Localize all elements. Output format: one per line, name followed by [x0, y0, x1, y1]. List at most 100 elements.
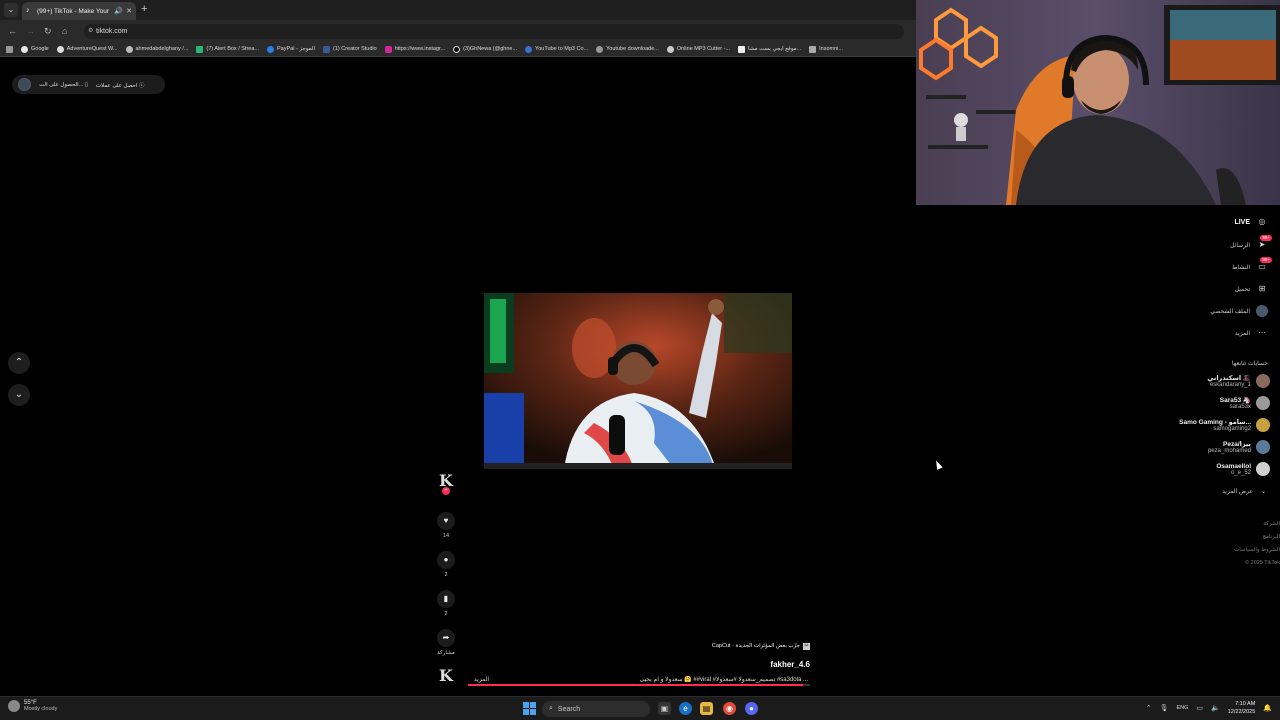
weather-cloud-icon	[8, 700, 20, 712]
notification-bell-icon[interactable]: 🔔	[1263, 704, 1272, 712]
top-controls: الحصول على الت... ▯ احصل على عملات ⓒ	[12, 75, 165, 94]
like-button[interactable]: ♥ 14	[435, 512, 457, 539]
more-link[interactable]: المزيد	[474, 676, 489, 683]
see-more-button[interactable]: عرض المزيد ⌄	[1222, 488, 1266, 495]
capcut-tag[interactable]: CapCut · جرّب بعض المؤثرات الجديدة ✂	[712, 642, 810, 650]
site-info-icon[interactable]: ⚙	[88, 24, 93, 39]
sidebar-item-profile[interactable]: الملف الشخصي	[1210, 305, 1268, 317]
following-account[interactable]: Samo Gaming - سامو... samogaming2	[1179, 418, 1270, 432]
bookmark-item[interactable]: (1) Creator Studio	[322, 45, 377, 53]
bookmark-item[interactable]: PayPal - الموجز	[266, 45, 315, 53]
sound-disc-icon: K	[439, 666, 453, 685]
browser-tab-tiktok[interactable]: ♪ (99+) TikTok - Make Your D... 🔊 ✕	[22, 2, 136, 20]
bookmark-item[interactable]: موقع ايجي بست مشا...	[738, 45, 801, 53]
messages-badge: 99+	[1260, 235, 1272, 241]
browser-tab-bar: ⌄ ♪ (99+) TikTok - Make Your D... 🔊 ✕ +	[0, 0, 916, 20]
start-button[interactable]	[523, 702, 536, 715]
chevron-up-icon[interactable]: ⌃	[1146, 704, 1152, 712]
footer-link-terms[interactable]: الشروط والسياسات	[1234, 544, 1280, 557]
like-count: 14	[442, 533, 450, 539]
sidebar-item-upload[interactable]: تحميل ⊞	[1235, 283, 1268, 295]
bookmark-item[interactable]: Youtube downloade...	[596, 45, 659, 53]
video-progress-bar[interactable]	[468, 684, 810, 686]
upload-plus-icon: ⊞	[1258, 284, 1266, 293]
weather-widget[interactable]: 55°F Mostly cloudy	[8, 700, 57, 712]
following-account[interactable]: اسكندراني 🎩 eskandarany_1	[1207, 374, 1270, 388]
messages-icon: ➤ 99+	[1258, 235, 1272, 249]
account-avatar	[1256, 440, 1270, 454]
save-count: 2	[444, 611, 448, 617]
more-dots-icon: ⋯	[1258, 328, 1266, 337]
discord-icon[interactable]: ●	[745, 702, 758, 715]
bookmark-item[interactable]: AdventureQuest W...	[56, 45, 118, 53]
heart-icon: ♥	[437, 512, 455, 530]
bookmark-item[interactable]: (3)GhNewa (@ghne...	[453, 45, 517, 53]
get-coins-button[interactable]: احصل على عملات ⓒ	[96, 81, 145, 89]
activity-badge: 99+	[1260, 257, 1272, 263]
sound-avatar[interactable]: K	[435, 667, 457, 685]
following-account[interactable]: Peza/بيزا peza_mohamed	[1208, 440, 1270, 454]
author-avatar-button[interactable]: K +	[435, 472, 457, 495]
url-text: tiktok.com	[96, 28, 128, 35]
account-avatar	[1256, 418, 1270, 432]
video-progress-fill	[468, 684, 804, 686]
sidebar-item-more[interactable]: المزيد ⋯	[1235, 327, 1268, 339]
video-caption: CapCut · جرّب بعض المؤثرات الجديدة ✂ fak…	[468, 634, 810, 686]
tiktok-favicon-icon: ♪	[26, 7, 30, 14]
footer-link-company[interactable]: الشركة	[1234, 518, 1280, 531]
next-video-button[interactable]: ⌄	[8, 384, 30, 406]
edge-icon[interactable]: e	[679, 702, 692, 715]
task-view-icon[interactable]: ▣	[658, 702, 671, 715]
inbox-icon: ▭ 99+	[1258, 257, 1272, 271]
file-explorer-icon[interactable]: ▤	[700, 702, 713, 715]
bookmark-item[interactable]: Insomni...	[809, 45, 843, 53]
forward-arrow-icon[interactable]: →	[26, 25, 35, 37]
footer-link-program[interactable]: البرنامج	[1234, 531, 1280, 544]
bookmark-item[interactable]: Google	[21, 45, 49, 53]
get-app-button[interactable]: الحصول على الت... ▯	[39, 82, 88, 88]
comment-icon: ●	[437, 551, 455, 569]
address-bar[interactable]: ⚙ tiktok.com	[84, 24, 904, 39]
video-description: سعدولا و ام يحيى 🤗 ##viral #تصميم_سعدولا…	[639, 677, 809, 683]
sidebar-item-messages[interactable]: الرسائل ➤ 99+	[1230, 235, 1272, 251]
home-icon[interactable]: ⌂	[62, 25, 67, 37]
clock[interactable]: 7:10 AM 12/22/2025	[1228, 700, 1256, 716]
footer-copyright: © 2025 TikTok	[1245, 560, 1280, 566]
bookmark-item[interactable]: YouTube to Mp3 Co...	[525, 45, 588, 53]
system-tray: ⌃ 🎙 ENG ▭ 🔈 7:10 AM 12/22/2025 🔔	[1146, 700, 1272, 716]
search-icon: ⌕	[549, 705, 553, 712]
tab-search-button[interactable]: ⌄	[4, 3, 18, 17]
video-player[interactable]	[484, 293, 792, 469]
share-button[interactable]: ➦ مشاركة	[435, 629, 457, 656]
close-tab-icon[interactable]: ✕	[126, 7, 132, 15]
author-username[interactable]: fakher_4.6	[468, 660, 810, 669]
account-avatar	[1256, 374, 1270, 388]
sidebar-item-live[interactable]: LIVE ◎	[1234, 216, 1268, 228]
tab-title: (99+) TikTok - Make Your D...	[37, 7, 111, 15]
bookmark-item[interactable]: Online MP3 Cutter -...	[666, 45, 730, 53]
profile-avatar-icon	[1256, 305, 1268, 317]
bookmark-item[interactable]: (7) Alert Box / Strea...	[196, 45, 259, 53]
bookmark-item[interactable]: https://www.instagr...	[384, 45, 445, 53]
chrome-icon[interactable]: ◉	[723, 702, 736, 715]
webcam-overlay	[916, 0, 1280, 205]
microphone-icon[interactable]: 🎙	[1160, 704, 1169, 712]
mouse-cursor-icon	[933, 459, 943, 470]
back-arrow-icon[interactable]: ←	[8, 25, 17, 37]
taskbar-search[interactable]: ⌕ Search	[542, 701, 650, 717]
apps-icon[interactable]	[6, 45, 13, 53]
volume-icon[interactable]: 🔈	[1211, 704, 1220, 712]
following-account[interactable]: Osamaellol o_e_52	[1216, 462, 1270, 476]
previous-video-button[interactable]: ⌃	[8, 352, 30, 374]
following-account[interactable]: Sara53 🦄 sara53x	[1220, 396, 1270, 410]
comment-button[interactable]: ● 2	[435, 551, 457, 578]
sidebar-item-activity[interactable]: النشاط ▭ 99+	[1232, 257, 1272, 273]
avatar[interactable]	[18, 78, 31, 91]
bookmark-item[interactable]: ahmedabdelghany /...	[125, 45, 188, 53]
network-icon[interactable]: ▭	[1196, 704, 1203, 712]
reload-icon[interactable]: ↻	[44, 25, 52, 37]
speaker-icon[interactable]: 🔊	[114, 7, 123, 15]
language-indicator[interactable]: ENG	[1176, 705, 1188, 711]
new-tab-button[interactable]: +	[141, 3, 147, 16]
save-button[interactable]: ▮ 2	[435, 590, 457, 617]
